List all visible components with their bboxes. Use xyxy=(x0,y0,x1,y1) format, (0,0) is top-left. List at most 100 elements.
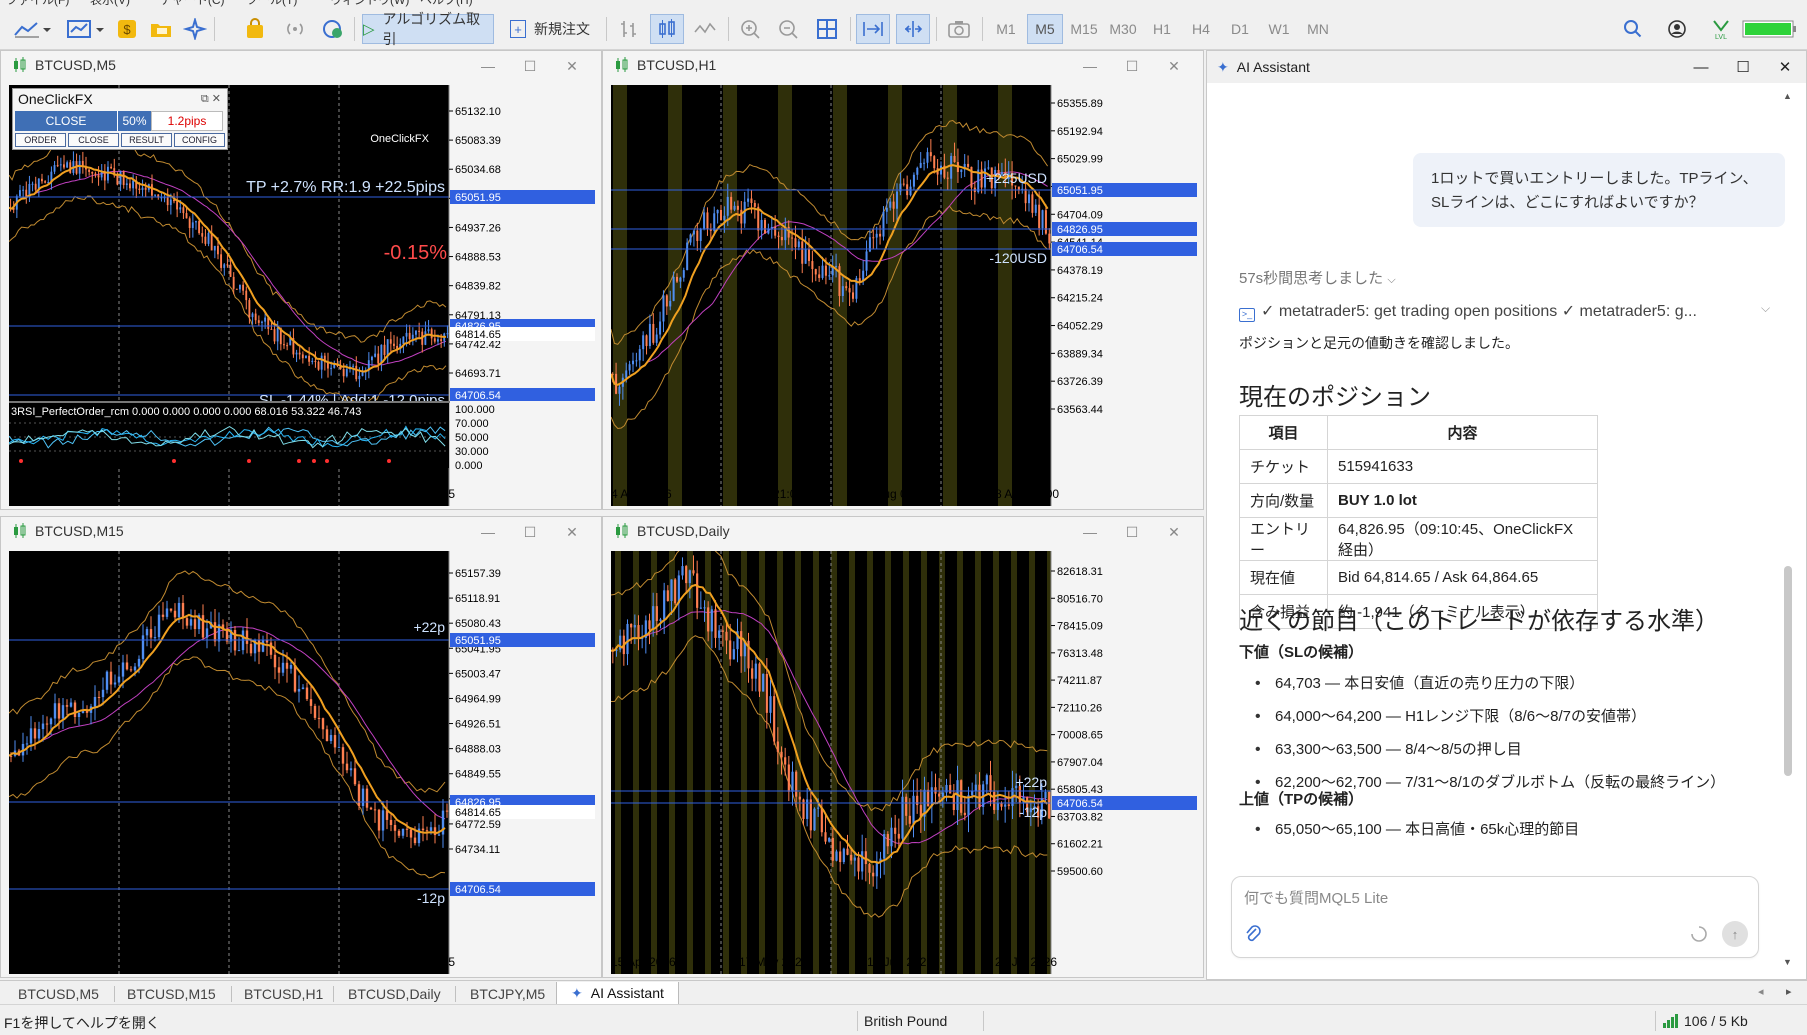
chart-plot[interactable]: 65355.8965192.9465029.9964867.0464704.09… xyxy=(611,85,1197,506)
vps-icon[interactable] xyxy=(318,14,348,44)
tf-w1[interactable]: W1 xyxy=(1261,14,1297,44)
chart-window-m5[interactable]: BTCUSD,M5 — ☐ ✕ 65132.10 65083.39 65034.68 64… xyxy=(0,50,602,510)
tf-mn[interactable]: MN xyxy=(1300,14,1336,44)
close-icon[interactable]: ✕ xyxy=(1153,521,1195,543)
minimize-icon[interactable]: — xyxy=(467,55,509,77)
candle-body xyxy=(883,834,886,859)
maximize-icon[interactable]: ☐ xyxy=(1111,55,1153,77)
tf-m1[interactable]: M1 xyxy=(988,14,1024,44)
tab-btcusd-daily[interactable]: BTCUSD,Daily xyxy=(334,982,455,1005)
tab-ai-assistant[interactable]: ✦ AI Assistant xyxy=(556,982,679,1005)
scrollbar[interactable]: ▲ ▼ xyxy=(1781,91,1795,971)
autoscroll-icon[interactable] xyxy=(856,14,890,44)
close-icon[interactable]: ✕ xyxy=(551,55,593,77)
menu-chart[interactable]: チャート(C) xyxy=(160,0,225,8)
tf-m30[interactable]: M30 xyxy=(1105,14,1141,44)
indicators-icon[interactable] xyxy=(64,14,108,44)
dollar-icon[interactable]: $ xyxy=(112,14,142,44)
chevron-down-icon[interactable]: ⌵ xyxy=(1761,301,1770,316)
maximize-icon[interactable]: ☐ xyxy=(509,521,551,543)
chart-plot[interactable]: 65132.1065083.3965034.6864985.9764937.26… xyxy=(9,85,595,506)
config-button[interactable]: CONFIG xyxy=(174,133,225,147)
zoom-out-icon[interactable] xyxy=(774,14,804,44)
maximize-icon[interactable]: ☐ xyxy=(1111,521,1153,543)
tf-m15[interactable]: M15 xyxy=(1066,14,1102,44)
candle-body xyxy=(297,688,301,692)
tab-btcusd-m5[interactable]: BTCUSD,M5 xyxy=(4,982,113,1005)
close-icon[interactable]: ✕ xyxy=(1764,55,1806,79)
chart-plot[interactable]: 82618.31 80516.70 78415.09 76313.48 74211.87… xyxy=(611,551,1197,974)
tool-calls-summary[interactable]: >_ ✓ metatrader5: get trading open positi… xyxy=(1239,301,1769,322)
menu-file[interactable]: ファイル(F) xyxy=(6,0,69,8)
tab-btcusd-h1[interactable]: BTCUSD,H1 xyxy=(230,982,337,1005)
minimize-icon[interactable]: — xyxy=(1069,55,1111,77)
chart-title: BTCUSD,Daily xyxy=(637,523,730,539)
order-button[interactable]: ORDER xyxy=(15,133,66,147)
chart-window-daily[interactable]: BTCUSD,Daily — ☐ ✕ 82618.31 80516.70 78415.0… xyxy=(602,516,1204,978)
tf-d1[interactable]: D1 xyxy=(1222,14,1258,44)
chart-window-h1[interactable]: BTCUSD,H1 — ☐ ✕ 65355.89 65192.94 65029.99 64… xyxy=(602,50,1204,510)
scroll-up-icon[interactable]: ▲ xyxy=(1783,91,1792,101)
maximize-icon[interactable]: ☐ xyxy=(509,55,551,77)
tab-btcusd-m15[interactable]: BTCUSD,M15 xyxy=(113,982,230,1005)
menu-help[interactable]: ヘルプ(H) xyxy=(420,0,473,8)
candle-body xyxy=(858,278,861,282)
search-icon[interactable] xyxy=(1620,14,1646,44)
chart-window-m15[interactable]: BTCUSD,M15 — ☐ ✕ 65157.39 65118.91 65080.43 6… xyxy=(0,516,602,978)
signal-icon[interactable] xyxy=(280,14,310,44)
tab-scroll-right-icon[interactable]: ▸ xyxy=(1786,985,1792,998)
minimize-icon[interactable]: — xyxy=(1069,521,1111,543)
tab-scroll-left-icon[interactable]: ◂ xyxy=(1758,985,1764,998)
percent-button[interactable]: 50% xyxy=(117,111,151,131)
new-order-button[interactable]: + 新規注文 xyxy=(502,14,598,44)
thinking-toggle[interactable]: 57s秒間思考しました ⌵ xyxy=(1239,267,1396,288)
ai-spark-icon[interactable] xyxy=(180,14,210,44)
price-tag-label: 64706.54 xyxy=(455,884,501,896)
session-band xyxy=(998,85,1012,506)
candlestick-icon[interactable] xyxy=(650,14,684,44)
scrollbar-thumb[interactable] xyxy=(1784,566,1792,776)
scroll-down-icon[interactable]: ▼ xyxy=(1783,957,1792,967)
new-order-label: 新規注文 xyxy=(534,21,590,37)
chat-input[interactable]: 何でも質問MQL5 Lite ↑ xyxy=(1231,876,1759,958)
menu-tools[interactable]: ツール(T) xyxy=(246,0,297,8)
menu-view[interactable]: 表示(V) xyxy=(90,0,130,8)
send-button[interactable]: ↑ xyxy=(1722,921,1748,947)
algo-trading-button[interactable]: ▷ アルゴリズム取引 xyxy=(362,11,494,47)
panel-controls-icon[interactable]: ⧉ ✕ xyxy=(201,92,221,106)
maximize-icon[interactable]: ☐ xyxy=(1722,55,1764,79)
menu-window[interactable]: ウィンドウ(W) xyxy=(330,0,409,8)
folder-icon[interactable] xyxy=(146,14,176,44)
screenshot-icon[interactable] xyxy=(944,14,974,44)
line-chart-icon[interactable] xyxy=(690,14,720,44)
close-icon[interactable]: ✕ xyxy=(1153,55,1195,77)
tf-h1[interactable]: H1 xyxy=(1144,14,1180,44)
chart-type-icon[interactable] xyxy=(12,14,52,44)
candle-body xyxy=(753,203,756,207)
bar-chart-icon[interactable] xyxy=(614,14,644,44)
minimize-icon[interactable]: — xyxy=(467,521,509,543)
close-button[interactable]: CLOSE xyxy=(15,111,117,131)
shopping-bag-icon[interactable] xyxy=(240,14,270,44)
tf-m5[interactable]: M5 xyxy=(1027,14,1063,44)
level-icon[interactable]: LVL xyxy=(1708,14,1734,44)
minimize-icon[interactable]: — xyxy=(1680,55,1722,79)
paperclip-icon[interactable] xyxy=(1244,925,1262,948)
result-button[interactable]: RESULT xyxy=(121,133,172,147)
tf-h4[interactable]: H4 xyxy=(1183,14,1219,44)
chart-plot[interactable]: 65157.39 65118.91 65080.43 65041.95 65003.47… xyxy=(9,551,595,974)
candle-body xyxy=(305,355,307,359)
account-icon[interactable] xyxy=(1664,14,1690,44)
oneclickfx-panel[interactable]: OneClickFX ⧉ ✕ CLOSE 50% 1.2pips ORDER CL… xyxy=(12,88,228,150)
profile-name[interactable]: British Pound xyxy=(864,1013,947,1029)
candle-body xyxy=(949,784,952,794)
tab-btcjpy-m5[interactable]: BTCJPY,M5 xyxy=(456,982,559,1005)
close-tab-button[interactable]: CLOSE xyxy=(68,133,119,147)
candle-body xyxy=(116,175,119,185)
zoom-in-icon[interactable] xyxy=(736,14,766,44)
candle-body xyxy=(934,787,937,794)
close-icon[interactable]: ✕ xyxy=(551,521,593,543)
chart-shift-icon[interactable] xyxy=(896,14,930,44)
ai-assistant-header[interactable]: ✦ AI Assistant — ☐ ✕ xyxy=(1207,51,1806,83)
tile-windows-icon[interactable] xyxy=(812,14,842,44)
